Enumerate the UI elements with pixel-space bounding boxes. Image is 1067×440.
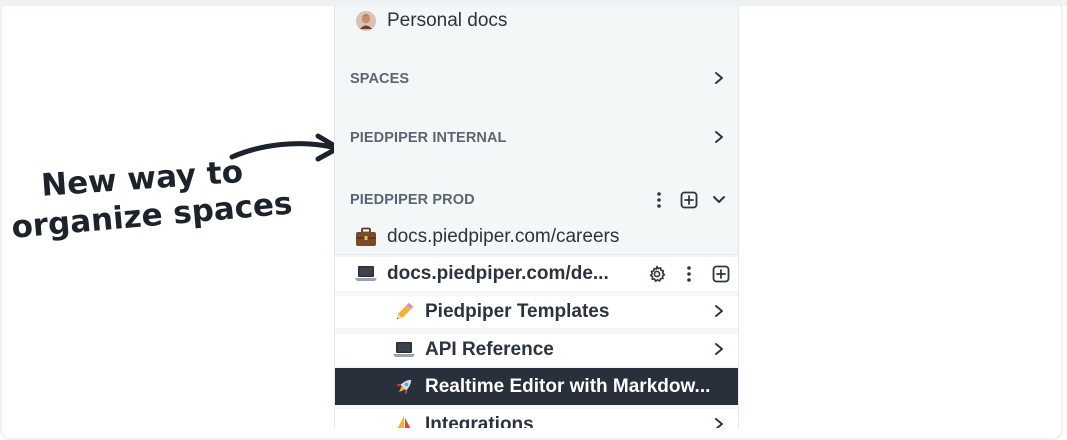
chevron-right-icon[interactable] [714,415,724,428]
page-templates-label: Piedpiper Templates [425,301,610,322]
laptop-icon [355,263,377,285]
gear-icon[interactable] [648,265,666,283]
add-space-icon[interactable] [680,191,698,209]
chevron-right-icon[interactable] [714,340,724,361]
sidebar-item-personal-docs[interactable]: Personal docs [335,6,738,36]
personal-docs-label: Personal docs [387,10,508,31]
space-item-careers[interactable]: docs.piedpiper.com/careers [335,222,738,252]
rocket-icon [393,376,415,398]
more-vertical-icon[interactable] [650,191,668,209]
page-integrations-label: Integrations [425,414,534,428]
laptop-icon [393,339,415,361]
space-actions [648,265,730,283]
chevron-right-icon[interactable] [714,128,724,149]
chevron-right-icon[interactable] [714,302,724,323]
divider [335,254,738,255]
sidebar: Personal docs SPACES PIEDPIPER INTERNAL … [334,6,739,428]
section-actions [650,191,728,209]
space-careers-label: docs.piedpiper.com/careers [387,226,620,247]
avatar [355,10,377,32]
briefcase-icon [355,226,377,248]
pencil-icon [393,301,415,323]
add-page-icon[interactable] [712,265,730,283]
page-item-api-reference[interactable]: API Reference [335,334,738,366]
space-docs-label: docs.piedpiper.com/de... [387,263,609,284]
chevron-right-icon[interactable] [714,69,724,90]
space-item-docs[interactable]: docs.piedpiper.com/de... [335,257,738,291]
chevron-down-icon[interactable] [710,191,728,209]
section-piedpiper-prod-label: PIEDPIPER PROD [350,192,475,208]
page-api-reference-label: API Reference [425,339,554,360]
more-vertical-icon[interactable] [680,265,698,283]
page-item-integrations[interactable]: Integrations [335,409,738,428]
section-piedpiper-prod[interactable]: PIEDPIPER PROD [335,185,738,215]
section-piedpiper-internal[interactable]: PIEDPIPER INTERNAL [335,123,738,153]
sailboat-icon [393,414,415,428]
page-realtime-editor-label: Realtime Editor with Markdow... [425,375,711,397]
section-piedpiper-internal-label: PIEDPIPER INTERNAL [350,130,507,146]
section-spaces[interactable]: SPACES [335,64,738,94]
page-item-realtime-editor[interactable]: Realtime Editor with Markdow... [335,368,738,405]
section-spaces-label: SPACES [350,71,410,87]
page-item-templates[interactable]: Piedpiper Templates [335,296,738,328]
